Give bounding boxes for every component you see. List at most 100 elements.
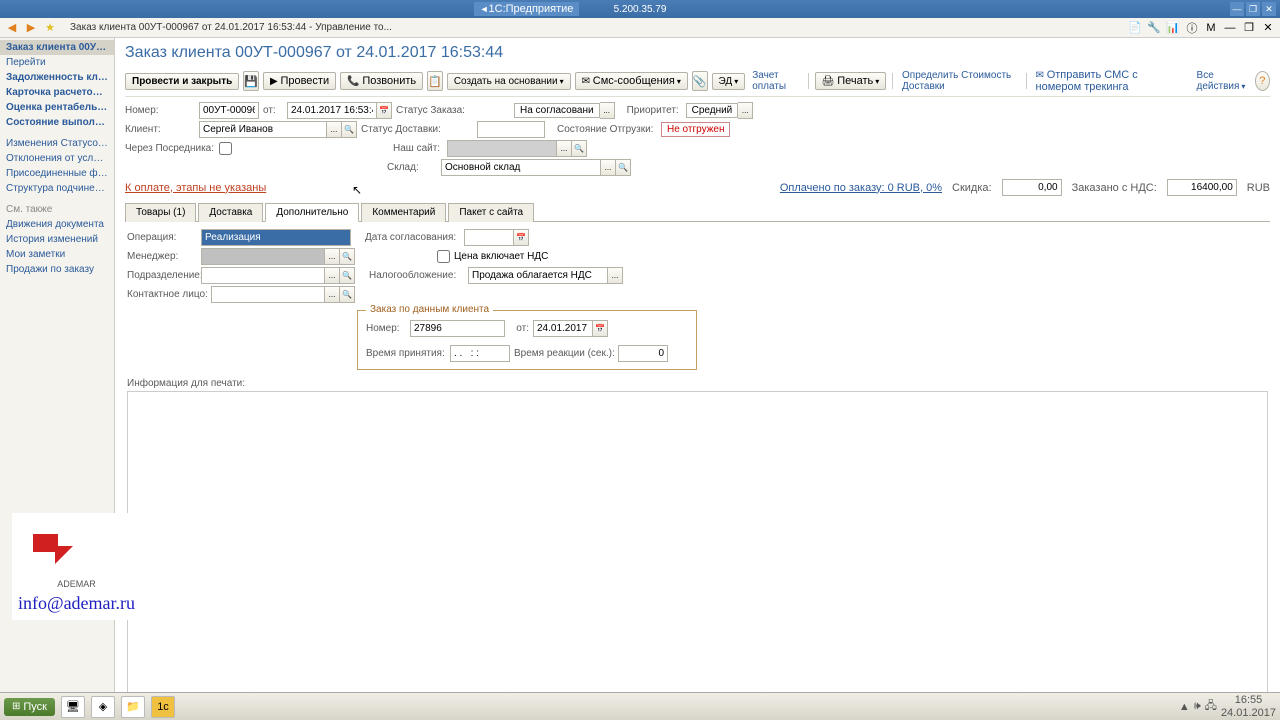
search-icon[interactable]: 🔍 — [572, 140, 587, 157]
sidebar-item[interactable]: Присоединенные файлы — [0, 166, 114, 181]
site-input[interactable] — [447, 140, 557, 157]
manager-input[interactable] — [201, 248, 325, 265]
post-and-close-button[interactable]: Провести и закрыть — [125, 73, 239, 90]
sidebar-item[interactable]: Карточка расчетов с ... — [0, 85, 114, 100]
calendar-icon[interactable]: 📅 — [377, 102, 392, 119]
sidebar-item[interactable]: Состояние выполнения — [0, 115, 114, 130]
accept-time-input[interactable] — [450, 345, 510, 362]
calc-delivery-link[interactable]: Определить Стоимость Доставки — [899, 70, 1020, 92]
dots-icon[interactable]: ... — [327, 121, 342, 138]
attach-icon[interactable]: 📎 — [692, 71, 708, 91]
help-icon[interactable]: ? — [1255, 71, 1270, 91]
tax-input[interactable] — [468, 267, 608, 284]
forward-icon[interactable]: ▶ — [23, 20, 39, 36]
tray-icon[interactable]: 🕪 — [1194, 700, 1201, 713]
minimize-icon[interactable]: — — [1230, 2, 1244, 16]
sidebar-item[interactable]: Структура подчиненности — [0, 181, 114, 196]
dots-icon[interactable]: ... — [325, 267, 340, 284]
tab-delivery[interactable]: Доставка — [198, 203, 263, 222]
dots-icon[interactable]: ... — [557, 140, 572, 157]
offset-link[interactable]: Зачет оплаты — [749, 70, 802, 92]
vat-checkbox[interactable] — [437, 250, 450, 263]
tab-extra[interactable]: Дополнительно — [265, 203, 359, 222]
start-button[interactable]: ⊞ Пуск — [4, 698, 55, 716]
tab-goods[interactable]: Товары (1) — [125, 203, 196, 222]
dots-icon[interactable]: ... — [608, 267, 623, 284]
taskbar-icon-3[interactable]: 📁 — [121, 696, 145, 718]
call-button[interactable]: 📞 Позвонить — [340, 72, 423, 90]
taskbar-icon-1c[interactable]: 1c — [151, 696, 175, 718]
search-icon[interactable]: 🔍 — [340, 267, 355, 284]
tool-icon-5[interactable]: M — [1203, 20, 1219, 36]
sidebar-item[interactable]: Перейти — [0, 55, 114, 70]
agree-date-input[interactable] — [464, 229, 514, 246]
agreement-status[interactable]: На согласовани — [514, 103, 600, 118]
sidebar-item[interactable]: Отклонения от условий пр... — [0, 151, 114, 166]
sidebar-item[interactable]: Движения документа — [0, 217, 114, 232]
priority-value[interactable]: Средний — [686, 103, 739, 118]
sms-button[interactable]: ✉ Смс-сообщения — [575, 72, 688, 90]
dots-icon[interactable]: ... — [325, 286, 340, 303]
taskbar-icon-1[interactable]: 🖥 — [61, 696, 85, 718]
number-input[interactable] — [199, 102, 259, 119]
tool-icon-1[interactable]: 📄 — [1127, 20, 1143, 36]
react-input[interactable] — [618, 345, 668, 362]
calendar-icon[interactable]: 📅 — [593, 320, 608, 337]
tray-icon[interactable]: ▲ — [1179, 701, 1190, 713]
total-input[interactable] — [1167, 179, 1237, 196]
sidebar-item[interactable]: Задолженность клие... — [0, 70, 114, 85]
paid-link[interactable]: Оплачено по заказу: 0 RUB, 0% — [780, 182, 942, 194]
dept-input[interactable] — [201, 267, 325, 284]
client-input[interactable] — [199, 121, 327, 138]
tool-icon-2[interactable]: 🔧 — [1146, 20, 1162, 36]
calendar-icon[interactable]: 📅 — [514, 229, 529, 246]
create-based-button[interactable]: Создать на основании — [447, 73, 571, 90]
search-icon[interactable]: 🔍 — [340, 286, 355, 303]
operation-input[interactable] — [201, 229, 351, 246]
host-maximize-icon[interactable]: ❐ — [1241, 20, 1257, 36]
search-icon[interactable]: 🔍 — [340, 248, 355, 265]
sidebar-item[interactable]: История изменений — [0, 232, 114, 247]
star-icon[interactable]: ★ — [42, 20, 58, 36]
taskbar-icon-2[interactable]: ◈ — [91, 696, 115, 718]
dots-icon[interactable]: ... — [600, 102, 615, 119]
client-date-input[interactable] — [533, 320, 593, 337]
ed-button[interactable]: ЭД — [712, 73, 746, 90]
search-icon[interactable]: 🔍 — [616, 159, 631, 176]
tool-icon-3[interactable]: 📊 — [1165, 20, 1181, 36]
status-delivery-input[interactable] — [477, 121, 545, 138]
intermediary-checkbox[interactable] — [219, 142, 232, 155]
maximize-icon[interactable]: ❐ — [1246, 2, 1260, 16]
close-icon[interactable]: ✕ — [1262, 2, 1276, 16]
sidebar-item[interactable]: Изменения Статусов Дос... — [0, 136, 114, 151]
tab-site-package[interactable]: Пакет с сайта — [448, 203, 534, 222]
clock[interactable]: 16:5524.01.2017 — [1221, 694, 1276, 718]
host-minimize-icon[interactable]: — — [1222, 20, 1238, 36]
dots-icon[interactable]: ... — [738, 102, 753, 119]
dots-icon[interactable]: ... — [325, 248, 340, 265]
send-sms-link[interactable]: ✉ Отправить СМС с номером трекинга — [1033, 69, 1186, 93]
warehouse-input[interactable] — [441, 159, 601, 176]
payment-link[interactable]: К оплате, этапы не указаны — [125, 182, 266, 194]
date-input[interactable] — [287, 102, 377, 119]
sidebar-active[interactable]: Заказ клиента 00УТ-... — [0, 40, 114, 55]
tool-icon-4[interactable]: ⓘ — [1184, 20, 1200, 36]
client-num-input[interactable] — [410, 320, 505, 337]
doc-icon[interactable]: 📋 — [427, 71, 443, 91]
discount-input[interactable] — [1002, 179, 1062, 196]
tray-icon[interactable]: 🖧 — [1205, 697, 1217, 716]
search-icon[interactable]: 🔍 — [342, 121, 357, 138]
host-close-icon[interactable]: ✕ — [1260, 20, 1276, 36]
post-button[interactable]: ▶ Провести — [263, 72, 336, 90]
dots-icon[interactable]: ... — [601, 159, 616, 176]
all-actions-button[interactable]: Все действия — [1194, 70, 1251, 92]
print-button[interactable]: 🖨 Печать — [815, 72, 887, 90]
tab-comment[interactable]: Комментарий — [361, 203, 446, 222]
sidebar-item[interactable]: Мои заметки — [0, 247, 114, 262]
sidebar-item[interactable]: Продажи по заказу — [0, 262, 114, 277]
contact-input[interactable] — [211, 286, 325, 303]
sidebar-item[interactable]: Оценка рентабельнос... — [0, 100, 114, 115]
print-info-area[interactable] — [127, 391, 1268, 700]
save-icon[interactable]: 💾 — [243, 71, 259, 91]
back-icon[interactable]: ◀ — [4, 20, 20, 36]
